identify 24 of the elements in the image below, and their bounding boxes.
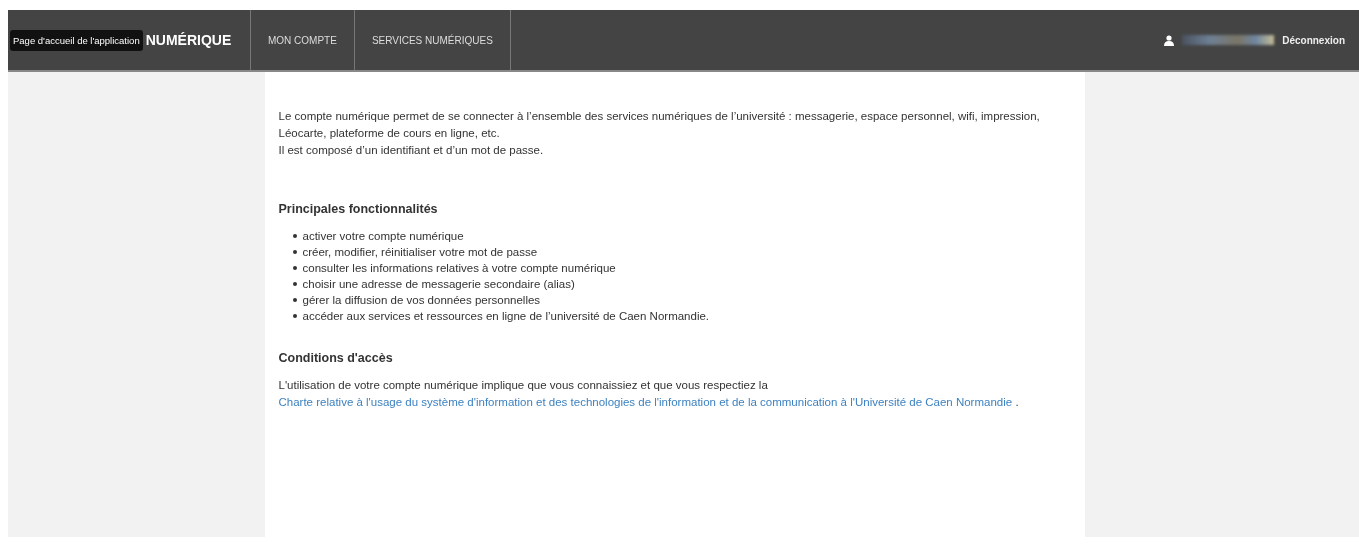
brand-link[interactable]: NUMÉRIQUE: [145, 32, 232, 48]
feature-item: activer votre compte numérique: [302, 229, 464, 244]
charter-link[interactable]: Charte relative à l'usage du système d'information et des technologies de l'information et de la communication à l'Université de Caen Normandie: [278, 396, 1013, 408]
bullet-icon: [292, 234, 297, 238]
nav-item[interactable]: MON COMPTE: [251, 10, 355, 70]
nav-item[interactable]: SERVICES NUMÉRIQUES: [354, 10, 511, 70]
tooltip: Page d'accueil de l'application: [10, 29, 143, 51]
user-icon: [1164, 34, 1175, 46]
intro-text: Le compte numérique permet de se connecter à l’ensemble des services numériques de l’université : messagerie, espace personnel, wifi, impression, Léocarte, plateforme de cours en ligne, etc.: [278, 109, 1041, 141]
feature-item: choisir une adresse de messagerie secondaire (alias): [302, 277, 575, 292]
bullet-icon: [292, 282, 297, 286]
section-heading: Principales fonctionnalités: [278, 201, 439, 218]
feature-item: consulter les informations relatives à votre compte numérique: [302, 261, 616, 276]
section-heading: Conditions d'accès: [278, 350, 394, 367]
conditions-text: L'utilisation de votre compte numérique implique que vous connaissiez et que vous respectiez la Charte relative à l'usage du système d'information et des technologies de l'information et de la communication à l'Université de Caen Normandie .: [278, 378, 1020, 410]
logout-link[interactable]: Déconnexion: [1282, 34, 1345, 46]
bullet-icon: [292, 298, 297, 302]
bullet-icon: [292, 250, 297, 254]
bullet-icon: [292, 266, 297, 270]
feature-item: accéder aux services et ressources en ligne de l’université de Caen Normandie.: [302, 309, 710, 324]
intro-text: Il est composé d’un identifiant et d’un mot de passe.: [278, 143, 545, 158]
feature-item: gérer la diffusion de vos données personnelles: [302, 293, 541, 308]
feature-item: créer, modifier, réinitialiser votre mot de passe: [302, 245, 538, 260]
bullet-icon: [292, 314, 297, 318]
